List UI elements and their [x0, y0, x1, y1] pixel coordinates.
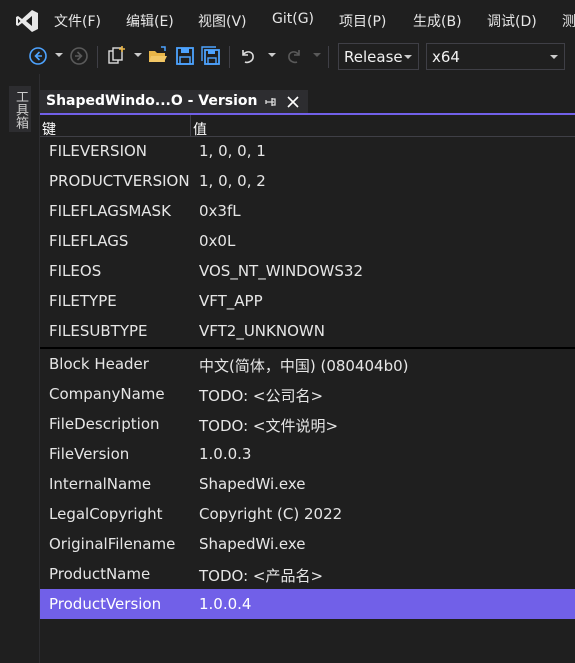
back-dropdown-icon[interactable]: [55, 53, 63, 57]
row-value: 0x3fL: [199, 202, 241, 220]
row-key: FILEOS: [49, 262, 102, 280]
platform-dropdown[interactable]: x64: [426, 43, 565, 70]
row-value: 1.0.0.4: [199, 595, 252, 613]
row-value: ShapedWi.exe: [199, 535, 306, 553]
row-value: VOS_NT_WINDOWS32: [199, 262, 363, 280]
row-key: FileDescription: [49, 415, 160, 433]
row-value: Copyright (C) 2022: [199, 505, 343, 523]
row-key: FILEFLAGSMASK: [49, 202, 171, 220]
row-value: 中文(简体，中国) (080404b0): [199, 357, 409, 375]
row-key: FILEVERSION: [49, 142, 148, 160]
column-divider[interactable]: [190, 115, 191, 137]
row-key: InternalName: [49, 475, 152, 493]
table-row[interactable]: ProductName TODO: <产品名>: [40, 559, 575, 589]
chevron-down-icon: [404, 55, 412, 59]
row-key: CompanyName: [49, 385, 165, 403]
row-key: FILEFLAGS: [49, 232, 129, 250]
table-row[interactable]: FileVersion 1.0.0.3: [40, 439, 575, 469]
row-key: LegalCopyright: [49, 505, 163, 523]
table-row-selected[interactable]: ProductVersion 1.0.0.4: [40, 589, 575, 619]
table-row[interactable]: InternalName ShapedWi.exe: [40, 469, 575, 499]
toolbox-strip: [0, 74, 40, 663]
row-value: 1.0.0.3: [199, 445, 252, 463]
row-key: ProductVersion: [49, 595, 162, 613]
menu-git[interactable]: Git(G): [272, 11, 314, 27]
table-row[interactable]: PRODUCTVERSION 1, 0, 0, 2: [40, 166, 575, 196]
toolbar-separator: [229, 46, 230, 68]
grid-header: [40, 115, 575, 137]
row-value: TODO: <文件说明>: [199, 417, 339, 435]
row-key: OriginalFilename: [49, 535, 176, 553]
table-row[interactable]: FileDescription TODO: <文件说明>: [40, 409, 575, 439]
platform-value: x64: [432, 48, 460, 66]
row-key: FILETYPE: [49, 292, 117, 310]
new-project-dropdown-icon[interactable]: [134, 53, 142, 57]
row-key: FILESUBTYPE: [49, 322, 148, 340]
configuration-dropdown[interactable]: Release: [338, 43, 419, 70]
open-folder-icon[interactable]: [146, 44, 170, 68]
row-key: FileVersion: [49, 445, 130, 463]
toolbox-label: 工具箱: [13, 90, 28, 129]
row-value: 1, 0, 0, 2: [199, 172, 266, 190]
back-icon[interactable]: [26, 44, 50, 68]
redo-icon[interactable]: [282, 44, 306, 68]
new-project-icon[interactable]: [105, 44, 129, 68]
menu-project[interactable]: 项目(P): [339, 11, 386, 31]
pin-icon[interactable]: [263, 94, 277, 110]
menu-test[interactable]: 测: [562, 11, 575, 31]
chevron-down-icon: [550, 55, 558, 59]
close-icon[interactable]: [286, 94, 300, 110]
menu-file[interactable]: 文件(F): [54, 11, 101, 31]
table-row[interactable]: FILEFLAGSMASK 0x3fL: [40, 196, 575, 226]
menu-debug[interactable]: 调试(D): [487, 11, 537, 31]
visual-studio-logo-icon[interactable]: [14, 8, 40, 34]
undo-icon[interactable]: [236, 44, 260, 68]
toolbar-separator: [97, 46, 98, 68]
row-value: VFT2_UNKNOWN: [199, 322, 325, 340]
table-row[interactable]: LegalCopyright Copyright (C) 2022: [40, 499, 575, 529]
undo-dropdown-icon[interactable]: [268, 53, 276, 57]
menu-build[interactable]: 生成(B): [413, 11, 462, 31]
table-row[interactable]: FILESUBTYPE VFT2_UNKNOWN: [40, 316, 575, 346]
row-value: VFT_APP: [199, 292, 263, 310]
save-icon[interactable]: [173, 44, 197, 68]
row-value: TODO: <公司名>: [199, 387, 324, 405]
forward-icon[interactable]: [67, 44, 91, 68]
menu-edit[interactable]: 编辑(E): [126, 11, 174, 31]
table-row[interactable]: FILEFLAGS 0x0L: [40, 226, 575, 256]
table-row[interactable]: OriginalFilename ShapedWi.exe: [40, 529, 575, 559]
configuration-value: Release: [344, 48, 403, 66]
row-value: ShapedWi.exe: [199, 475, 306, 493]
table-row[interactable]: FILETYPE VFT_APP: [40, 286, 575, 316]
save-all-icon[interactable]: [199, 44, 223, 68]
table-row[interactable]: FILEVERSION 1, 0, 0, 1: [40, 136, 575, 166]
row-value: 0x0L: [199, 232, 236, 250]
row-key: PRODUCTVERSION: [49, 172, 190, 190]
menu-bar: 文件(F) 编辑(E) 视图(V) Git(G) 项目(P) 生成(B) 调试(…: [0, 0, 575, 40]
table-row[interactable]: Block Header 中文(简体，中国) (080404b0): [40, 349, 575, 379]
menu-view[interactable]: 视图(V): [198, 11, 247, 31]
row-value: 1, 0, 0, 1: [199, 142, 266, 160]
row-value: TODO: <产品名>: [199, 567, 324, 585]
table-row[interactable]: FILEOS VOS_NT_WINDOWS32: [40, 256, 575, 286]
redo-dropdown-icon[interactable]: [313, 53, 321, 57]
row-key: ProductName: [49, 565, 151, 583]
toolbar-separator: [328, 46, 329, 68]
table-row[interactable]: CompanyName TODO: <公司名>: [40, 379, 575, 409]
row-key: Block Header: [49, 355, 149, 373]
document-tab-title: ShapedWindo...O - Version: [46, 93, 258, 109]
